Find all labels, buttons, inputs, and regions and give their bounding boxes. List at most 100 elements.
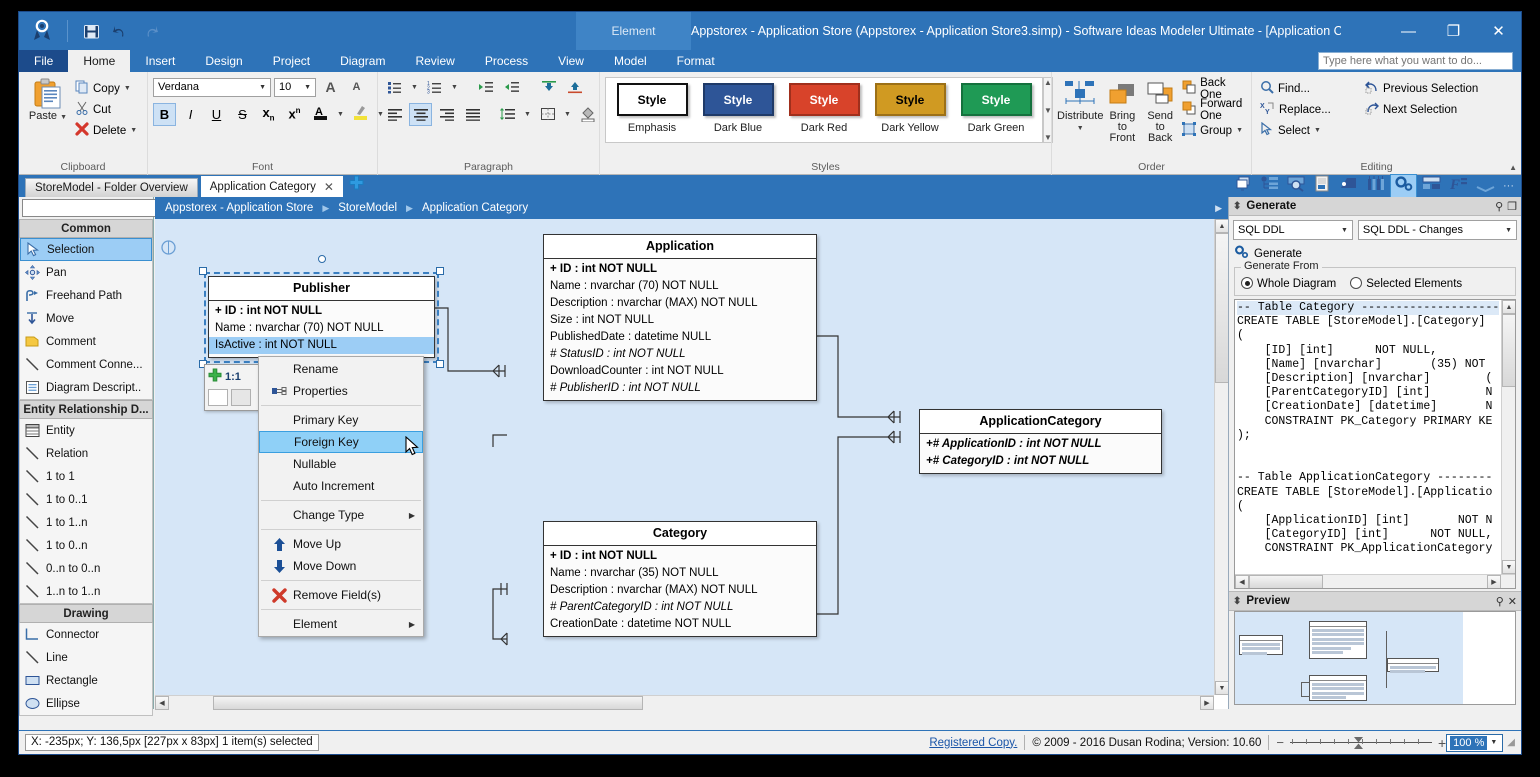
entity-field[interactable]: Name : nvarchar (35) NOT NULL [544,565,816,582]
ribbon-tab-format[interactable]: Format [662,50,730,72]
palette-item-selection[interactable]: Selection [20,238,152,261]
panel-collapse-icon[interactable]: ⬍ [1233,201,1241,212]
entity-field[interactable]: PublishedDate : datetime NULL [544,329,816,346]
radio-whole-diagram[interactable]: Whole Diagram [1241,277,1336,290]
palette-item-connector[interactable]: Connector [20,623,152,646]
palette-item-comment-conne[interactable]: Comment Conne... [20,353,152,376]
entity-applicationcategory[interactable]: ApplicationCategory +# ApplicationID : in… [919,409,1162,474]
preview-thumbnail[interactable] [1234,611,1516,705]
registered-copy-link[interactable]: Registered Copy. [929,737,1017,749]
maximize-icon[interactable]: ❐ [1507,200,1517,213]
add-tab-button[interactable] [348,174,365,196]
grid-icon[interactable] [1419,175,1444,197]
code-scroll-left-icon[interactable]: ◀ [1235,575,1249,588]
ribbon-collapse-icon[interactable]: ▲ [1509,163,1517,172]
context-menu-item-move-up[interactable]: Move Up [259,533,423,555]
resize-grip-icon[interactable]: ◢ [1507,737,1515,748]
group-button[interactable]: Group ▼ [1179,120,1246,141]
bullet-list-button[interactable] [383,76,406,99]
scroll-up-icon[interactable]: ▲ [1215,219,1229,233]
ribbon-tab-review[interactable]: Review [400,50,469,72]
maximize-button[interactable]: ❐ [1431,12,1476,50]
breadcrumb-expand-icon[interactable]: ▶ [1215,203,1228,214]
entity-field[interactable]: Description : nvarchar (MAX) NOT NULL [544,295,816,312]
element-tab[interactable]: Element [576,12,691,50]
entity-category[interactable]: Category + ID : int NOT NULL Name : nvarch… [543,521,817,637]
back-one-button[interactable]: Back One [1179,77,1246,101]
paste-caret-icon[interactable]: ▼ [60,114,67,121]
zoom-level-combo[interactable]: 100 % ▼ [1446,733,1504,752]
entity-application[interactable]: Application + ID : int NOT NULL Name : nva… [543,234,817,401]
styles-icon[interactable] [1363,175,1388,197]
search-input[interactable] [22,199,172,217]
field-context-menu[interactable]: Rename Properties Primary Key Foreign Key Nu… [258,356,424,637]
ribbon-tab-diagram[interactable]: Diagram [325,50,400,72]
palette-item-comment[interactable]: Comment [20,330,152,353]
grow-font-button[interactable]: A [319,76,342,99]
context-menu-item-auto-increment[interactable]: Auto Increment [259,475,423,497]
distribute-button[interactable]: Distribute ▼ [1057,75,1103,134]
language-combo[interactable]: SQL DDL ▼ [1233,220,1353,240]
style-tile-dark-blue[interactable]: Style Dark Blue [695,83,781,140]
close-icon[interactable]: ✕ [1508,595,1517,608]
shrink-font-button[interactable]: A [345,76,368,99]
resize-handle[interactable] [436,360,444,368]
find-button[interactable]: Find... [1257,78,1362,99]
line-spacing-caret-icon[interactable]: ▼ [522,103,533,126]
mode-combo[interactable]: SQL DDL - Changes ▼ [1357,220,1517,240]
ratio-label[interactable]: 1:1 [225,371,241,383]
replace-button[interactable]: XY Replace... [1257,99,1362,120]
italic-button[interactable]: I [179,103,202,126]
diagram-canvas[interactable]: Publisher + ID : int NOT NULL Name : nvarc… [155,219,1214,695]
context-menu-item-change-type[interactable]: Change Type ▶ [259,504,423,526]
entity-field[interactable]: Name : nvarchar (70) NOT NULL [544,278,816,295]
palette-item-1-to-0-1[interactable]: 1 to 0..1 [20,488,152,511]
select-button[interactable]: Select ▼ [1257,120,1362,141]
numbered-list-caret-icon[interactable]: ▼ [449,76,460,99]
undo-icon[interactable] [110,20,132,42]
delete-button[interactable]: Delete ▼ [72,120,140,141]
shape-icon[interactable] [1336,175,1361,197]
ribbon-tab-process[interactable]: Process [470,50,543,72]
paste-button[interactable]: Paste ▼ [24,75,72,123]
zoom-in-button[interactable]: + [1438,735,1446,751]
doc-tab-application-category[interactable]: Application Category ✕ [199,175,344,197]
palette-item-1-to-1-n[interactable]: 1 to 1..n [20,511,152,534]
subscript-button[interactable]: xn [257,103,280,126]
send-to-back-button[interactable]: Send to Back [1141,75,1179,144]
zoom-out-button[interactable]: − [1276,735,1284,750]
more-icon[interactable]: ··· [1500,180,1517,192]
borders-button[interactable] [536,103,559,126]
code-vertical-scrollbar[interactable]: ▲ ▼ [1501,300,1515,574]
palette-item-diagram-descript[interactable]: Diagram Descript.. [20,376,152,399]
borders-caret-icon[interactable]: ▼ [562,103,573,126]
strikethrough-button[interactable]: S [231,103,254,126]
entity-field[interactable]: + ID : int NOT NULL [544,261,816,278]
context-menu-item-element[interactable]: Element ▶ [259,613,423,635]
style-tile-dark-red[interactable]: Style Dark Red [781,83,867,140]
ribbon-tab-home[interactable]: Home [68,50,131,72]
previous-selection-button[interactable]: Previous Selection [1362,78,1481,99]
ribbon-tab-insert[interactable]: Insert [130,50,190,72]
code-scroll-down-icon[interactable]: ▼ [1502,560,1515,574]
resize-handle[interactable] [317,255,326,263]
bold-button[interactable]: B [153,102,176,126]
generate-icon[interactable] [1390,174,1417,198]
bring-to-front-button[interactable]: Bring to Front [1103,75,1141,144]
canvas-vertical-scrollbar[interactable]: ▲ ▼ [1214,219,1229,695]
ribbon-tab-project[interactable]: Project [258,50,325,72]
palette-group-header-entity-relationship-d[interactable]: Entity Relationship D... [19,400,153,419]
code-vertical-thumb[interactable] [1502,314,1515,387]
resize-handle[interactable] [199,267,207,275]
entity-field[interactable]: + ID : int NOT NULL [544,548,816,565]
highlight-button[interactable] [349,103,372,126]
align-left-button[interactable] [383,103,406,126]
zoom-slider[interactable] [1289,736,1432,750]
align-justify-button[interactable] [461,103,484,126]
font-family-combo[interactable]: Verdana ▼ [153,77,271,97]
font-size-combo[interactable]: 10 ▼ [274,77,316,97]
entity-field[interactable]: # ParentCategoryID : int NOT NULL [544,599,816,616]
palette-item-move[interactable]: Move [20,307,152,330]
context-menu-item-foreign-key[interactable]: Foreign Key [259,431,423,453]
entity-field[interactable]: +# CategoryID : int NOT NULL [920,453,1161,470]
